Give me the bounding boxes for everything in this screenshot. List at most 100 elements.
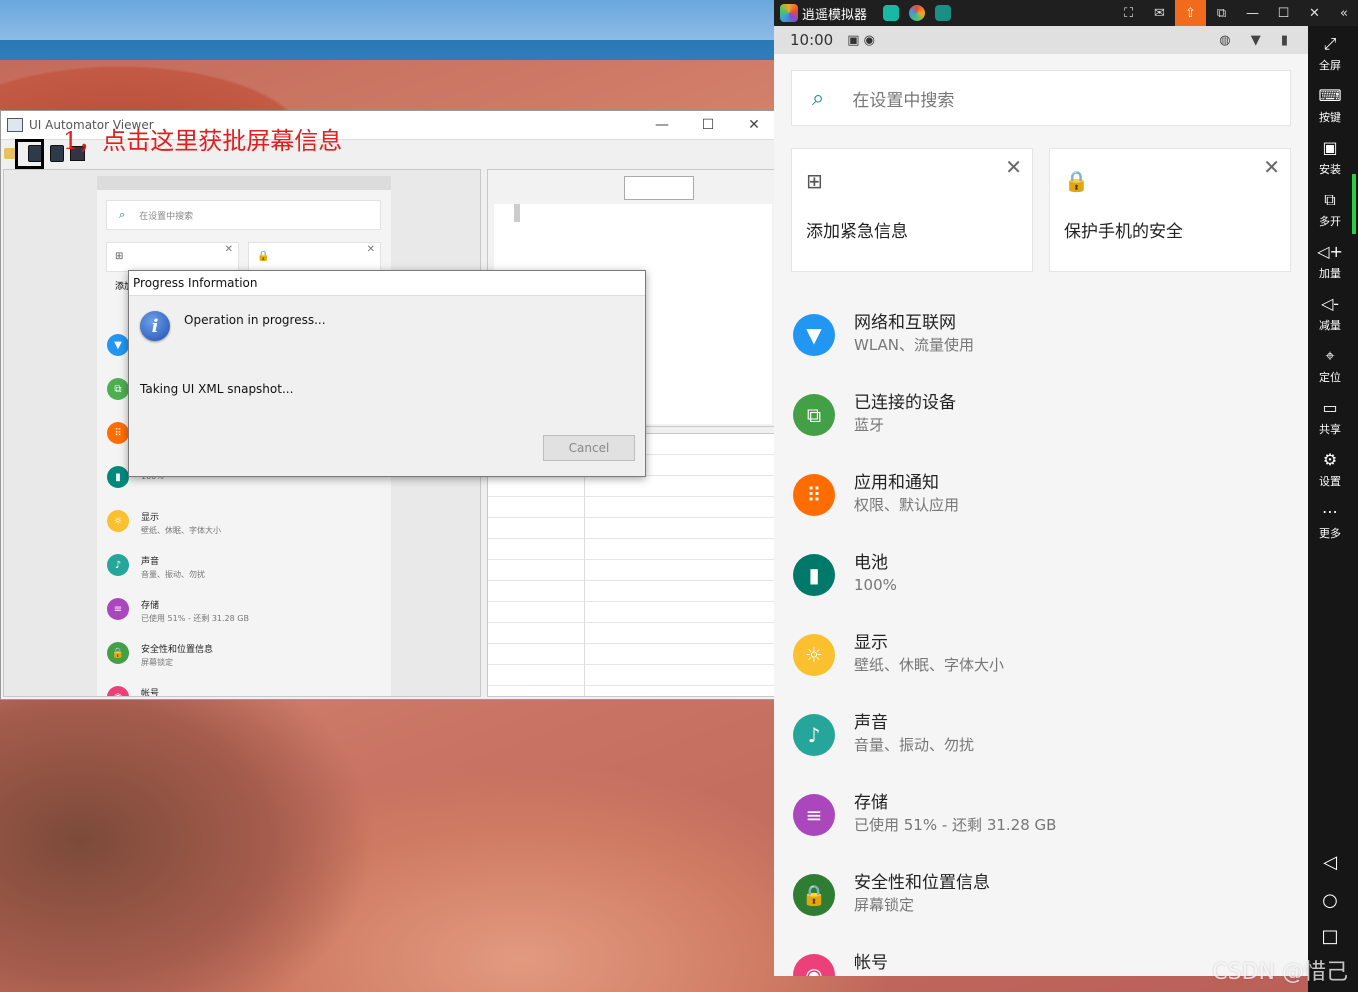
dialog-status: Taking UI XML snapshot... — [140, 382, 294, 396]
sidebar-item-location[interactable]: ⌖ 定位 — [1308, 346, 1352, 385]
close-button[interactable]: ✕ — [731, 117, 777, 133]
settings-item-network[interactable]: ▼ 网络和互联网 WLAN、流量使用 — [793, 312, 974, 356]
item-subtitle: 屏幕锁定 — [854, 896, 915, 914]
chrome-shortcut-icon[interactable] — [909, 5, 926, 21]
card-text: 添加紧急信息 — [806, 222, 908, 242]
status-time: 10:00 — [790, 31, 834, 49]
sidebar-item-fullscreen[interactable]: ⤢ 全屏 — [1308, 34, 1352, 73]
app-shortcut-icon[interactable] — [883, 5, 900, 21]
volume-up-icon: ◁+ — [1317, 242, 1343, 261]
gear-icon: ⚙ — [1322, 450, 1338, 469]
search-icon: ⌕ — [119, 208, 126, 221]
settings-item-devices[interactable]: ⧉ 已连接的设备 蓝牙 — [793, 392, 956, 436]
settings-item-battery[interactable]: ▮ 电池 100% — [793, 552, 897, 596]
suggestion-card-emergency[interactable]: ⊞ ✕ 添加紧急信息 — [791, 148, 1033, 272]
sidebar-label: 减量 — [1319, 319, 1341, 332]
settings-item-sound[interactable]: ♪ 声音 音量、振动、勿扰 — [793, 712, 974, 756]
item-title: 已连接的设备 — [854, 393, 956, 413]
display-icon: ☼ — [107, 510, 129, 532]
mini-item-4: ☼ 显示 壁纸、休眠、字体大小 — [107, 510, 221, 536]
emulator-titlebar[interactable]: 逍遥模拟器 ⛶ ✉ ⇧ ⧉ — ☐ ✕ « — [774, 0, 1358, 26]
nav-home-icon[interactable]: ○ — [1308, 890, 1352, 911]
devices-icon: ⧉ — [107, 378, 129, 400]
mini-item-5: ♪ 声音 音量、振动、勿扰 — [107, 554, 205, 580]
security-lock-icon: 🔒 — [793, 874, 835, 916]
minimize-button[interactable]: — — [639, 117, 685, 133]
mini-item-title: 存储 — [141, 601, 160, 611]
multiwindow-icon[interactable]: ⧉ — [1206, 0, 1237, 26]
sidebar-label: 更多 — [1319, 527, 1341, 540]
settings-item-accounts[interactable]: ◉ 帐号 — [793, 952, 888, 976]
settings-item-display[interactable]: ☼ 显示 壁纸、休眠、字体大小 — [793, 632, 1004, 676]
settings-search-bar[interactable]: ⌕ 在设置中搜索 — [791, 70, 1291, 126]
item-title: 帐号 — [854, 953, 888, 973]
settings-shortcut-icon[interactable] — [935, 5, 952, 21]
sidebar-label: 设置 — [1319, 475, 1341, 488]
mini-item-7: 🔒 安全性和位置信息 屏幕锁定 — [107, 642, 213, 668]
item-subtitle: 权限、默认应用 — [854, 496, 960, 514]
lock-icon: 🔒 — [257, 251, 270, 262]
settings-item-storage[interactable]: ≡ 存储 已使用 51% - 还剩 31.28 GB — [793, 792, 1056, 836]
status-bar: 10:00 ▣ ◉ ◍ ▼ ▮ — [774, 26, 1308, 54]
tree-scroll-indicator — [514, 204, 520, 222]
storage-icon: ≡ — [793, 794, 835, 836]
sidebar-label: 全屏 — [1319, 59, 1341, 72]
card-text: 保护手机的安全 — [1064, 222, 1183, 242]
emulator-logo-icon — [780, 4, 798, 22]
nav-back-icon[interactable]: ◁ — [1308, 852, 1352, 873]
collapse-sidebar-icon[interactable]: « — [1330, 0, 1358, 26]
settings-item-apps[interactable]: ⠿ 应用和通知 权限、默认应用 — [793, 472, 959, 516]
upload-icon[interactable]: ⇧ — [1175, 0, 1206, 26]
folder-icon: ▭ — [1322, 398, 1338, 417]
account-icon: ◉ — [793, 954, 835, 976]
mini-item-subtitle: 音量、振动、勿扰 — [141, 570, 205, 579]
maximize-button[interactable]: ☐ — [685, 117, 731, 133]
sidebar-label: 定位 — [1319, 371, 1341, 384]
multi-instance-icon: ⧉ — [1324, 190, 1336, 209]
devices-icon: ⧉ — [793, 394, 835, 436]
sidebar-item-volume-up[interactable]: ◁+ 加量 — [1308, 242, 1352, 281]
mini-item-8: ◉ 帐号 — [107, 686, 160, 697]
sidebar-label: 安装 — [1319, 163, 1341, 176]
sidebar-label: 按键 — [1319, 111, 1341, 124]
item-subtitle: 蓝牙 — [854, 416, 885, 434]
more-dots-icon: ⋯ — [1322, 502, 1338, 521]
search-icon: ⌕ — [812, 85, 825, 111]
battery-icon: ▮ — [793, 554, 835, 596]
close-icon[interactable]: ✕ — [1263, 155, 1280, 179]
mini-item-title: 帐号 — [141, 689, 160, 697]
item-title: 应用和通知 — [854, 473, 939, 493]
search-placeholder: 在设置中搜索 — [852, 90, 955, 111]
emulator-close-button[interactable]: ✕ — [1299, 0, 1330, 26]
nav-recents-icon[interactable]: □ — [1308, 926, 1352, 947]
screenshot-button-highlight — [15, 139, 44, 169]
status-icons: ◍ ▼ ▮ — [1219, 32, 1296, 48]
message-icon[interactable]: ✉ — [1144, 0, 1175, 26]
settings-item-security[interactable]: 🔒 安全性和位置信息 屏幕锁定 — [793, 872, 990, 916]
sidebar-item-more[interactable]: ⋯ 更多 — [1308, 502, 1352, 541]
emulator-minimize-button[interactable]: — — [1237, 0, 1268, 26]
info-icon: i — [140, 311, 170, 341]
suggestion-card-security[interactable]: 🔒 ✕ 保护手机的安全 — [1049, 148, 1291, 272]
lock-icon: 🔒 — [1064, 169, 1089, 193]
item-title: 声音 — [854, 713, 888, 733]
mini-search-placeholder: 在设置中搜索 — [139, 211, 194, 222]
screen-capture-icon[interactable]: ⛶ — [1113, 0, 1144, 26]
sidebar-item-keys[interactable]: ⌨ 按键 — [1308, 86, 1352, 125]
emulator-maximize-button[interactable]: ☐ — [1268, 0, 1299, 26]
storage-icon: ≡ — [107, 598, 129, 620]
sidebar-item-multi[interactable]: ⧉ 多开 — [1308, 190, 1352, 229]
sidebar-item-volume-down[interactable]: ◁- 减量 — [1308, 294, 1352, 333]
close-icon: ✕ — [224, 244, 233, 255]
cancel-button[interactable]: Cancel — [543, 435, 635, 461]
mini-item-title: 安全性和位置信息 — [141, 645, 214, 655]
sidebar-item-settings[interactable]: ⚙ 设置 — [1308, 450, 1352, 489]
item-subtitle: 音量、振动、勿扰 — [854, 736, 975, 754]
app-window-icon — [7, 118, 23, 132]
mini-item-title: 显示 — [141, 513, 160, 523]
sidebar-item-share[interactable]: ▭ 共享 — [1308, 398, 1352, 437]
sidebar-item-install[interactable]: ▣ 安装 — [1308, 138, 1352, 177]
wifi-icon: ▼ — [107, 334, 129, 356]
mini-item-subtitle: 已使用 51% - 还剩 31.28 GB — [141, 614, 249, 623]
close-icon[interactable]: ✕ — [1005, 155, 1022, 179]
